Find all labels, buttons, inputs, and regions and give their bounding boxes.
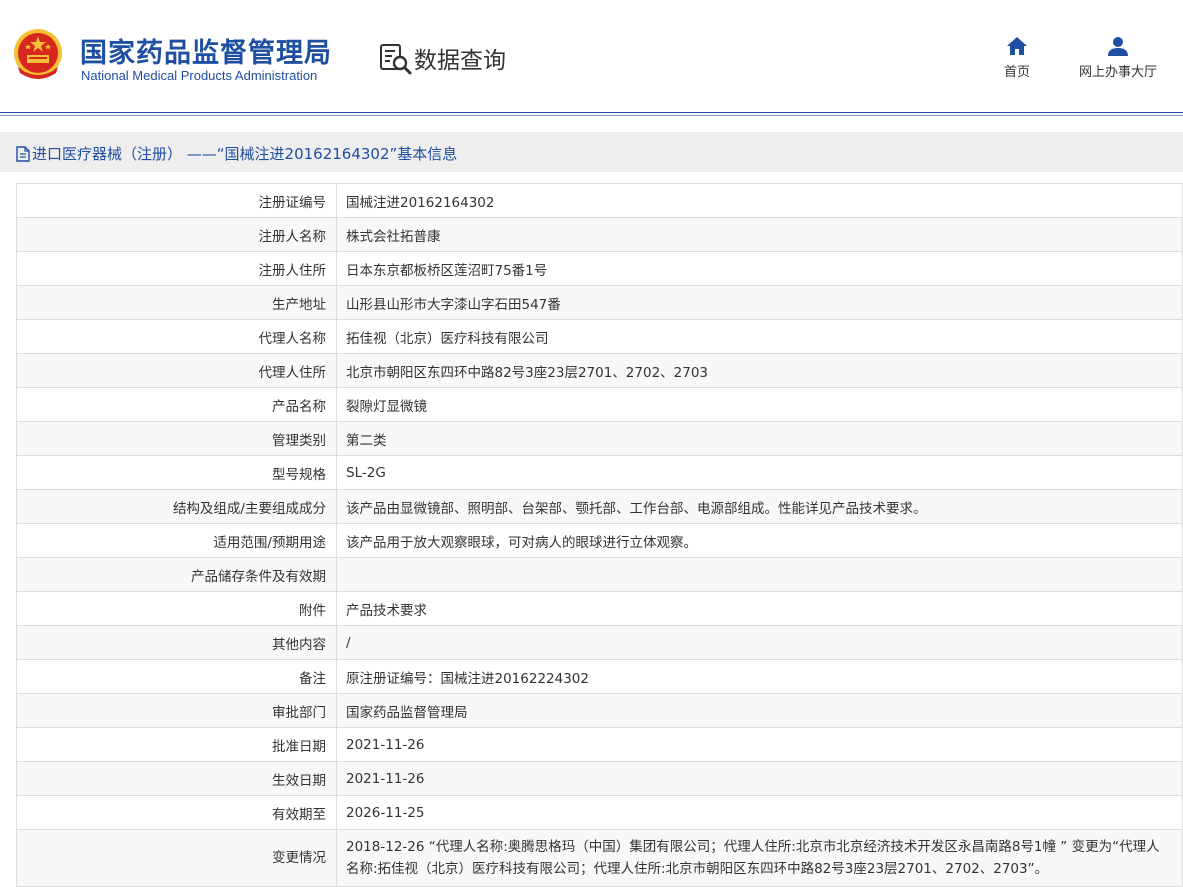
table-row: 注册证编号 国械注进20162164302: [16, 183, 1183, 218]
field-value: 日本东京都板桥区莲沼町75番1号: [336, 251, 1183, 286]
search-document-icon: [380, 43, 412, 74]
user-icon: [1108, 37, 1128, 56]
breadcrumb-text: 进口医疗器械（注册） ——“国械注进20162164302”基本信息: [32, 145, 458, 163]
table-row: 代理人住所 北京市朝阳区东四环中路82号3座23层2701、2702、2703: [16, 353, 1183, 388]
field-value: 2018-12-26 “代理人名称:奥腾思格玛（中国）集团有限公司；代理人住所:…: [336, 829, 1183, 887]
field-value: 国家药品监督管理局: [336, 693, 1183, 728]
table-row: 有效期至 2026-11-25: [16, 795, 1183, 830]
table-row: 注册人住所 日本东京都板桥区莲沼町75番1号: [16, 251, 1183, 286]
field-value: 2021-11-26: [336, 761, 1183, 796]
field-label: 生效日期: [16, 761, 337, 796]
field-value: 裂隙灯显微镜: [336, 387, 1183, 422]
field-label: 批准日期: [16, 727, 337, 762]
table-row: 批准日期 2021-11-26: [16, 727, 1183, 762]
field-label: 管理类别: [16, 421, 337, 456]
table-row: 变更情况 2018-12-26 “代理人名称:奥腾思格玛（中国）集团有限公司；代理…: [16, 829, 1183, 887]
brand-title-en: National Medical Products Administration: [81, 68, 318, 83]
field-label: 代理人名称: [16, 319, 337, 354]
table-row: 生效日期 2021-11-26: [16, 761, 1183, 796]
field-value: /: [336, 625, 1183, 660]
field-value: 山形县山形市大字漆山字石田547番: [336, 285, 1183, 320]
field-label: 产品名称: [16, 387, 337, 422]
table-row: 其他内容 /: [16, 625, 1183, 660]
field-label: 适用范围/预期用途: [16, 523, 337, 558]
field-value: 产品技术要求: [336, 591, 1183, 626]
field-label: 其他内容: [16, 625, 337, 660]
document-icon: [16, 145, 30, 162]
field-label: 变更情况: [16, 829, 337, 887]
nav-home[interactable]: 首页: [997, 36, 1037, 80]
field-value: 国械注进20162164302: [336, 183, 1183, 218]
field-label: 结构及组成/主要组成成分: [16, 489, 337, 524]
field-label: 备注: [16, 659, 337, 694]
national-emblem-icon: [14, 29, 62, 79]
field-label: 审批部门: [16, 693, 337, 728]
field-value: 北京市朝阳区东四环中路82号3座23层2701、2702、2703: [336, 353, 1183, 388]
field-value: 原注册证编号：国械注进20162224302: [336, 659, 1183, 694]
table-row: 产品储存条件及有效期: [16, 557, 1183, 592]
data-query-section: 数据查询: [379, 41, 506, 75]
field-label: 代理人住所: [16, 353, 337, 388]
table-row: 型号规格 SL-2G: [16, 455, 1183, 490]
brand-title-cn: 国家药品监督管理局: [80, 38, 332, 69]
table-row: 产品名称 裂隙灯显微镜: [16, 387, 1183, 422]
field-value: 第二类: [336, 421, 1183, 456]
breadcrumb: 进口医疗器械（注册） ——“国械注进20162164302”基本信息: [16, 143, 457, 164]
table-row: 结构及组成/主要组成成分 该产品由显微镜部、照明部、台架部、颚托部、工作台部、电源…: [16, 489, 1183, 524]
header-divider: [0, 112, 1183, 116]
field-value: 该产品用于放大观察眼球，可对病人的眼球进行立体观察。: [336, 523, 1183, 558]
site-header: 国家药品监督管理局 National Medical Products Admi…: [0, 0, 1183, 112]
field-label: 有效期至: [16, 795, 337, 830]
table-row: 附件 产品技术要求: [16, 591, 1183, 626]
field-label: 注册证编号: [16, 183, 337, 218]
field-label: 型号规格: [16, 455, 337, 490]
table-row: 代理人名称 拓佳视（北京）医疗科技有限公司: [16, 319, 1183, 354]
table-row: 注册人名称 株式会社拓普康: [16, 217, 1183, 252]
home-icon: [1007, 37, 1027, 55]
field-value: 2021-11-26: [336, 727, 1183, 762]
device-info-table: 注册证编号 国械注进20162164302 注册人名称 株式会社拓普康 注册人住所日…: [16, 183, 1183, 887]
table-row: 适用范围/预期用途 该产品用于放大观察眼球，可对病人的眼球进行立体观察。: [16, 523, 1183, 558]
nav-home-label: 首页: [1003, 65, 1030, 80]
data-query-title: 数据查询: [414, 48, 506, 74]
field-value: 拓佳视（北京）医疗科技有限公司: [336, 319, 1183, 354]
field-value: [336, 557, 1183, 592]
field-value: 该产品由显微镜部、照明部、台架部、颚托部、工作台部、电源部组成。性能详见产品技术…: [336, 489, 1183, 524]
field-label: 生产地址: [16, 285, 337, 320]
table-row: 审批部门 国家药品监督管理局: [16, 693, 1183, 728]
table-row: 生产地址 山形县山形市大字漆山字石田547番: [16, 285, 1183, 320]
table-row: 备注 原注册证编号：国械注进20162224302: [16, 659, 1183, 694]
field-label: 附件: [16, 591, 337, 626]
nav-online-service-hall[interactable]: 网上办事大厅: [1072, 36, 1164, 80]
field-label: 注册人名称: [16, 217, 337, 252]
field-value: SL-2G: [336, 455, 1183, 490]
field-value: 2026-11-25: [336, 795, 1183, 830]
breadcrumb-bar: 进口医疗器械（注册） ——“国械注进20162164302”基本信息: [0, 132, 1183, 172]
field-value: 株式会社拓普康: [336, 217, 1183, 252]
table-row: 管理类别 第二类: [16, 421, 1183, 456]
nav-online-service-hall-label: 网上办事大厅: [1078, 65, 1157, 80]
field-label: 产品储存条件及有效期: [16, 557, 337, 592]
field-label: 注册人住所: [16, 251, 337, 286]
